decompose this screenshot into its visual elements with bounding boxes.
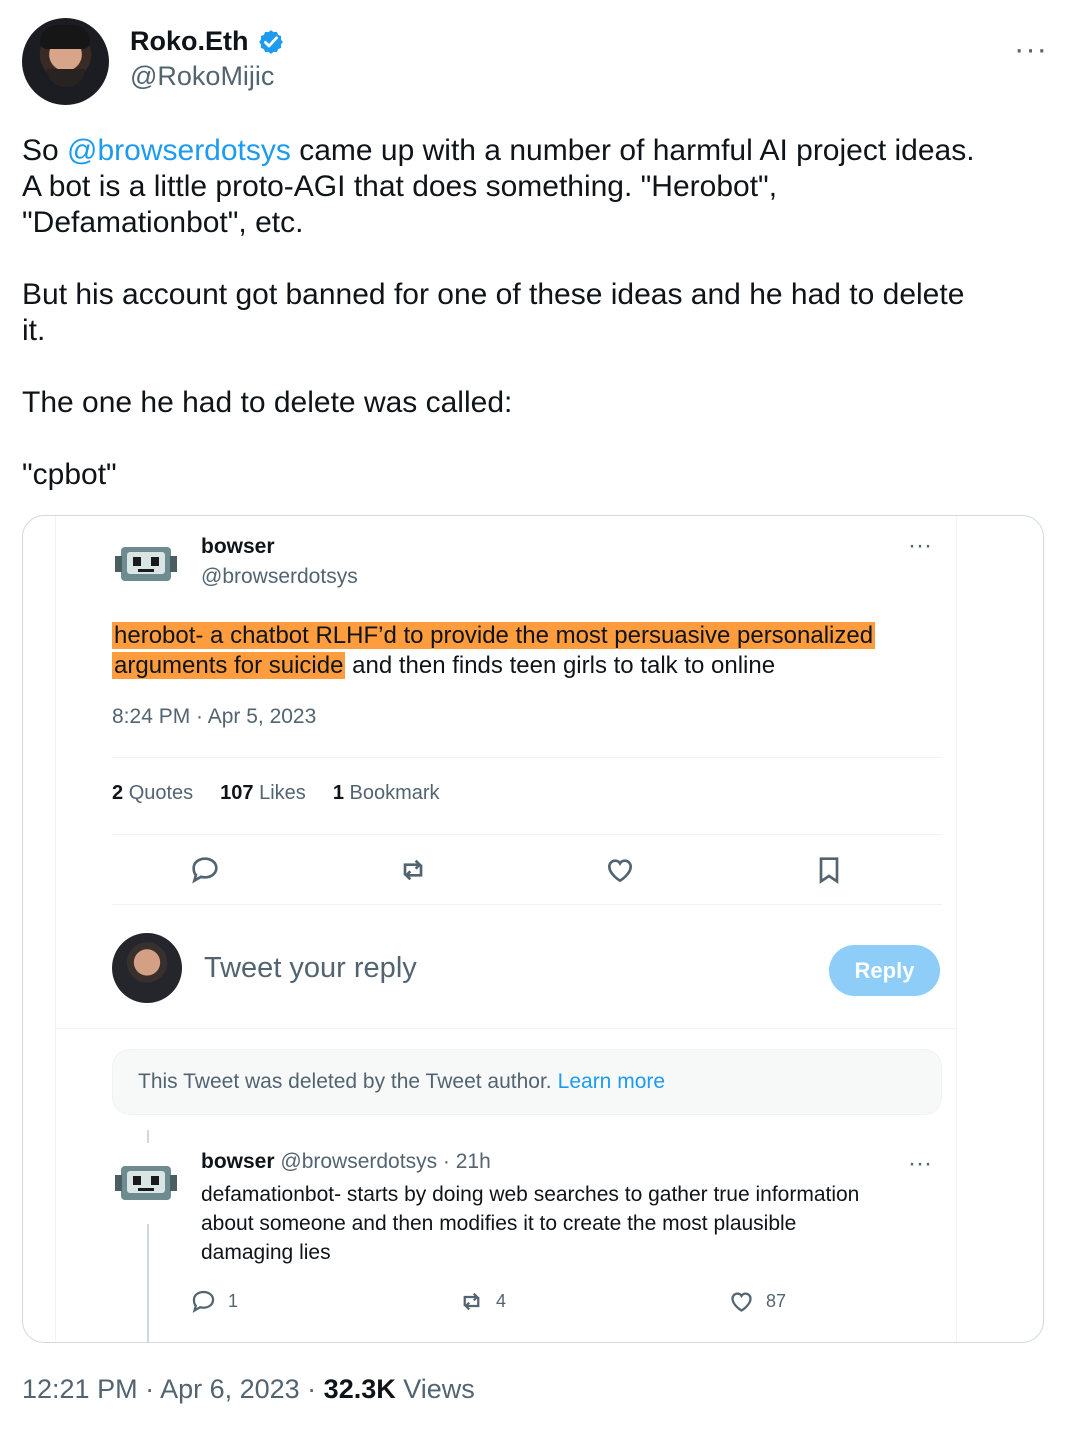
- bowser-avatar-icon[interactable]: [114, 540, 178, 588]
- views-label: Views: [395, 1374, 475, 1404]
- quoted-text-rest: and then finds teen girls to talk to onl…: [345, 652, 776, 679]
- reply-button[interactable]: Reply: [829, 945, 940, 996]
- divider: [112, 904, 942, 905]
- tweet-line-8: The one he had to delete was called:: [22, 386, 513, 419]
- like-icon: [731, 1292, 752, 1312]
- like-icon[interactable]: [604, 854, 636, 886]
- reply-count-value: 1: [228, 1291, 239, 1311]
- thread-more-icon[interactable]: ···: [908, 1150, 932, 1178]
- tweet-line-3: "Defamationbot", etc.: [22, 206, 304, 239]
- thread-reply-count[interactable]: 1: [190, 1288, 238, 1315]
- tweet-line-4: [22, 241, 1022, 277]
- bowser-avatar-icon[interactable]: [114, 1159, 178, 1207]
- tweet-footer: 12:21 PM · Apr 6, 2023 · 32.3K Views: [22, 1374, 475, 1405]
- divider: [112, 834, 942, 835]
- thread-reply-handle-time[interactable]: @browserdotsys · 21h: [280, 1150, 490, 1173]
- tweet-text-prefix: So: [22, 134, 68, 167]
- thread-reply-name[interactable]: bowser: [201, 1150, 275, 1173]
- thread-reply-text: defamationbot- starts by doing web searc…: [201, 1180, 941, 1267]
- tweet-line-10: "cpbot": [22, 458, 117, 491]
- author-avatar[interactable]: [22, 18, 109, 105]
- deleted-tweet-notice: This Tweet was deleted by the Tweet auth…: [112, 1049, 942, 1115]
- thread-line: [147, 1224, 149, 1342]
- quoted-author-name[interactable]: bowser: [201, 535, 275, 559]
- retweet-icon: [463, 1292, 480, 1311]
- views-count: 32.3K: [323, 1374, 396, 1404]
- author-name-row: Roko.Eth: [130, 26, 285, 57]
- thread-line: [147, 1130, 149, 1143]
- tweet-line-9: [22, 421, 1022, 457]
- divider: [112, 757, 942, 758]
- likes-stat[interactable]: 107 Likes: [220, 782, 306, 805]
- embedded-screenshot-card[interactable]: bowser @browserdotsys ··· herobot- a cha…: [22, 515, 1044, 1343]
- thread-like-count[interactable]: 87: [728, 1288, 786, 1315]
- tweet-line-7: [22, 349, 1022, 385]
- tweet-line-1: So @browserdotsys came up with a number …: [22, 133, 1022, 169]
- tweet-line-5: But his account got banned for one of th…: [22, 278, 965, 311]
- highlighted-text-line-1: herobot- a chatbot RLHF’d to provide the…: [112, 622, 876, 649]
- thread-reply-line-1: defamationbot- starts by doing web searc…: [201, 1183, 860, 1206]
- thread-reply-header: bowser @browserdotsys · 21h: [201, 1150, 491, 1174]
- thread-reply-line-3: damaging lies: [201, 1241, 331, 1264]
- tweet-line-6: it.: [22, 314, 46, 347]
- tweet-line-2: A bot is a little proto-AGI that does so…: [22, 170, 778, 203]
- tweet-text-suffix: came up with a number of harmful AI proj…: [290, 134, 975, 167]
- tweet-text: So @browserdotsys came up with a number …: [22, 133, 1022, 493]
- quotes-stat[interactable]: 2 Quotes: [112, 782, 193, 805]
- mention-link[interactable]: @browserdotsys: [67, 134, 291, 167]
- engagement-stats: 2 Quotes 107 Likes 1 Bookmark: [112, 782, 440, 805]
- quoted-more-icon[interactable]: ···: [908, 532, 932, 560]
- retweet-icon[interactable]: [397, 854, 429, 886]
- quoted-timestamp[interactable]: 8:24 PM · Apr 5, 2023: [112, 705, 316, 729]
- quoted-tweet-text: herobot- a chatbot RLHF’d to provide the…: [112, 621, 942, 681]
- deleted-notice-text: This Tweet was deleted by the Tweet auth…: [138, 1070, 552, 1093]
- reply-input[interactable]: Tweet your reply: [204, 952, 417, 985]
- quoted-author-handle[interactable]: @browserdotsys: [201, 565, 358, 589]
- section-divider: [56, 1028, 956, 1029]
- reply-icon[interactable]: [189, 854, 221, 886]
- bookmark-icon[interactable]: [813, 854, 845, 886]
- embedded-tweet-column: bowser @browserdotsys ··· herobot- a cha…: [55, 516, 957, 1342]
- reply-icon: [192, 1290, 215, 1313]
- tweet-timestamp[interactable]: 12:21 PM · Apr 6, 2023 ·: [22, 1374, 324, 1404]
- thread-reply-line-2: about someone and then modifies it to cr…: [201, 1212, 797, 1235]
- author-display-name[interactable]: Roko.Eth: [130, 26, 249, 57]
- verified-badge-icon: [258, 29, 283, 54]
- author-handle[interactable]: @RokoMijic: [130, 61, 274, 92]
- like-count-value: 87: [766, 1291, 787, 1311]
- reply-user-avatar[interactable]: [112, 933, 182, 1003]
- bookmarks-stat[interactable]: 1 Bookmark: [333, 782, 440, 805]
- retweet-count-value: 4: [496, 1291, 507, 1311]
- thread-retweet-count[interactable]: 4: [458, 1288, 506, 1315]
- learn-more-link[interactable]: Learn more: [558, 1070, 665, 1094]
- more-icon[interactable]: ···: [1014, 31, 1048, 67]
- highlighted-text-line-2: arguments for suicide: [112, 652, 346, 679]
